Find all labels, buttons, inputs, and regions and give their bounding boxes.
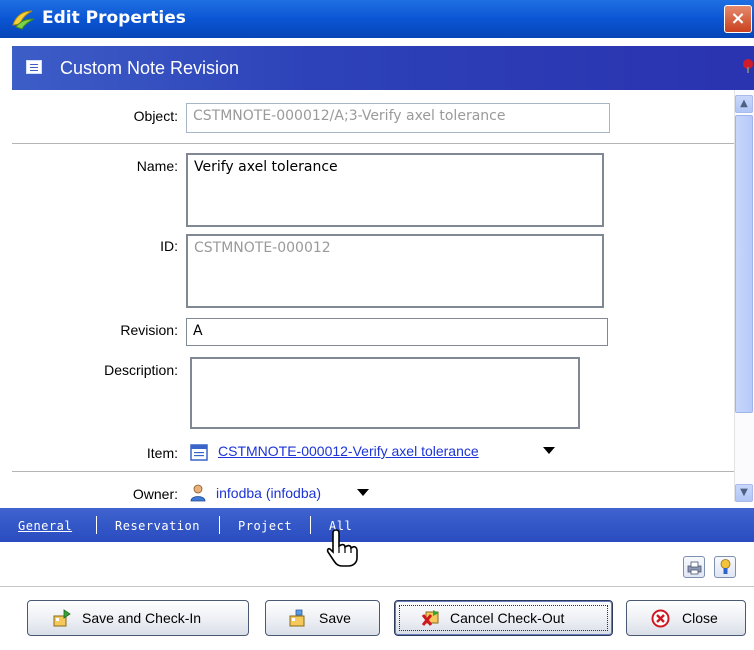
object-field: CSTMNOTE-000012/A;3-Verify axel toleranc… bbox=[186, 103, 610, 133]
dropdown-icon[interactable] bbox=[357, 489, 369, 496]
print-button[interactable] bbox=[683, 556, 705, 578]
scrollbar-thumb[interactable] bbox=[735, 115, 753, 413]
close-window-button[interactable]: × bbox=[724, 5, 752, 33]
close-label: Close bbox=[682, 610, 718, 626]
help-icon bbox=[720, 559, 731, 574]
user-icon bbox=[190, 484, 206, 502]
cancel-checkout-button[interactable]: Cancel Check-Out bbox=[394, 600, 613, 636]
owner-label: Owner: bbox=[132, 486, 178, 502]
separator bbox=[12, 471, 734, 472]
tab-divider bbox=[219, 516, 220, 534]
tab-divider bbox=[96, 516, 97, 534]
tab-reservation[interactable]: Reservation bbox=[115, 519, 200, 533]
pin-icon[interactable] bbox=[742, 58, 754, 74]
save-icon bbox=[289, 609, 305, 627]
tab-project[interactable]: Project bbox=[238, 519, 292, 533]
save-button[interactable]: Save bbox=[265, 600, 380, 636]
tab-divider bbox=[310, 516, 311, 534]
close-icon: × bbox=[730, 8, 746, 29]
help-button[interactable] bbox=[714, 556, 736, 578]
save-label: Save bbox=[319, 610, 351, 626]
name-field[interactable]: Verify axel tolerance bbox=[186, 153, 604, 227]
print-icon bbox=[687, 561, 702, 575]
object-label: Object: bbox=[133, 108, 178, 124]
object-type-title: Custom Note Revision bbox=[60, 58, 240, 78]
id-field: CSTMNOTE-000012 bbox=[186, 234, 604, 308]
cancel-checkout-icon bbox=[421, 610, 439, 626]
close-circle-icon bbox=[651, 609, 670, 628]
description-field[interactable] bbox=[190, 357, 580, 429]
scroll-up-button[interactable]: ▲ bbox=[735, 95, 753, 113]
revision-field[interactable]: A bbox=[186, 318, 608, 346]
save-and-checkin-label: Save and Check-In bbox=[82, 610, 202, 626]
window-title: Edit Properties bbox=[42, 8, 186, 28]
separator bbox=[0, 586, 754, 587]
tab-general[interactable]: General bbox=[18, 519, 72, 533]
close-button[interactable]: Close bbox=[626, 600, 746, 636]
app-icon bbox=[12, 10, 35, 30]
name-label: Name: bbox=[136, 158, 178, 174]
checkin-icon bbox=[53, 609, 71, 627]
note-icon bbox=[26, 60, 42, 74]
tab-bar bbox=[0, 508, 754, 542]
id-label: ID: bbox=[160, 238, 178, 254]
item-link[interactable]: CSTMNOTE-000012-Verify axel tolerance bbox=[218, 443, 479, 459]
scroll-down-button[interactable]: ▼ bbox=[735, 484, 753, 502]
revision-label: Revision: bbox=[120, 322, 178, 338]
item-label: Item: bbox=[146, 445, 178, 461]
hand-cursor-icon bbox=[326, 529, 358, 567]
dropdown-icon[interactable] bbox=[543, 447, 555, 454]
save-and-checkin-button[interactable]: Save and Check-In bbox=[27, 600, 249, 636]
owner-link[interactable]: infodba (infodba) bbox=[216, 485, 321, 501]
item-icon bbox=[190, 444, 208, 461]
description-label: Description: bbox=[104, 362, 178, 378]
separator bbox=[12, 143, 734, 144]
cancel-checkout-label: Cancel Check-Out bbox=[450, 610, 565, 626]
